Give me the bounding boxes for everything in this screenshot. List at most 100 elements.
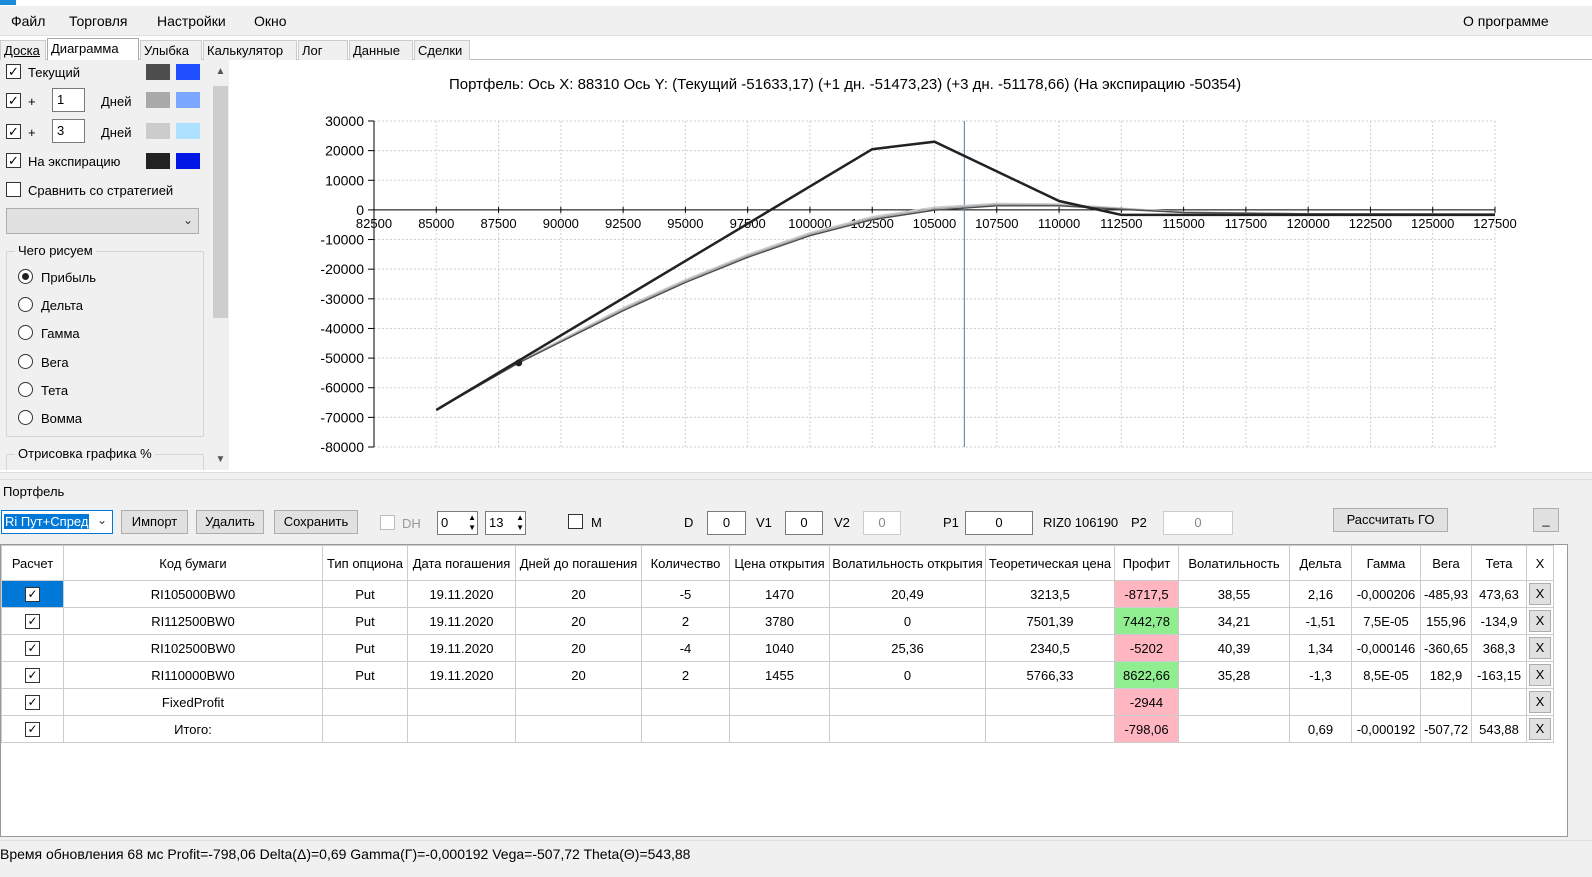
table-row[interactable]: ✓ RI102500BW0 Put 19.11.2020 20 -4 1040 25,36 23… bbox=[1, 634, 1554, 662]
cell-theo[interactable] bbox=[985, 688, 1115, 716]
cell-delta[interactable]: -1,3 bbox=[1289, 661, 1352, 689]
radio-vega[interactable] bbox=[18, 354, 33, 369]
column-header[interactable]: Волатильность открытия bbox=[829, 545, 986, 581]
column-header[interactable]: Вега bbox=[1420, 545, 1472, 581]
calc-go-button[interactable]: Рассчитать ГО bbox=[1333, 508, 1448, 532]
cell-qty[interactable] bbox=[641, 688, 730, 716]
tab-data[interactable]: Данные bbox=[349, 40, 413, 60]
tab-log[interactable]: Лог bbox=[298, 40, 348, 60]
row-calc-checkbox[interactable]: ✓ bbox=[25, 614, 40, 629]
scroll-thumb[interactable] bbox=[213, 86, 228, 318]
cell-days[interactable] bbox=[515, 688, 642, 716]
row-calc-checkbox[interactable]: ✓ bbox=[25, 587, 40, 602]
cell-days[interactable]: 20 bbox=[515, 661, 642, 689]
cell-gamma[interactable] bbox=[1351, 688, 1421, 716]
tab-smile[interactable]: Улыбка bbox=[140, 40, 202, 60]
cell-vol-open[interactable]: 0 bbox=[829, 607, 986, 635]
cell-theo[interactable]: 7501,39 bbox=[985, 607, 1115, 635]
column-header[interactable]: Количество bbox=[641, 545, 730, 581]
v2-input[interactable]: 0 bbox=[863, 511, 901, 535]
cell-price[interactable] bbox=[729, 688, 830, 716]
column-header[interactable]: Расчет bbox=[1, 545, 64, 581]
cell-price[interactable] bbox=[729, 715, 830, 743]
column-header[interactable]: Гамма bbox=[1351, 545, 1421, 581]
table-row[interactable]: ✓ FixedProfit -2944 X bbox=[1, 688, 1554, 716]
left-panel-scrollbar[interactable]: ▲ ▼ bbox=[212, 60, 229, 470]
cell-vol[interactable]: 35,28 bbox=[1178, 661, 1290, 689]
cell-date[interactable] bbox=[407, 688, 516, 716]
column-header[interactable]: Волатильность bbox=[1178, 545, 1290, 581]
cell-qty[interactable] bbox=[641, 715, 730, 743]
cell-date[interactable]: 19.11.2020 bbox=[407, 580, 516, 608]
dh-stepper-1[interactable]: 0 ▲ ▼ bbox=[437, 511, 478, 535]
cell-gamma[interactable]: -0,000206 bbox=[1351, 580, 1421, 608]
day1-input[interactable]: 1 bbox=[52, 88, 85, 112]
cell-profit[interactable]: -5202 bbox=[1114, 634, 1179, 662]
strategy-compare-select[interactable]: ⌄ bbox=[6, 208, 199, 234]
cell-theta[interactable] bbox=[1471, 688, 1527, 716]
expiration-gray-swatch[interactable] bbox=[146, 153, 170, 169]
menu-file[interactable]: Файл bbox=[11, 13, 45, 29]
cell-theta[interactable]: -134,9 bbox=[1471, 607, 1527, 635]
calc-cell[interactable]: ✓ bbox=[1, 715, 64, 743]
cell-vega[interactable]: -507,72 bbox=[1420, 715, 1472, 743]
cell-type[interactable]: Put bbox=[322, 661, 408, 689]
cell-qty[interactable]: 2 bbox=[641, 607, 730, 635]
radio-vomma[interactable] bbox=[18, 410, 33, 425]
calc-cell[interactable]: ✓ bbox=[1, 688, 64, 716]
cell-vol[interactable] bbox=[1178, 688, 1290, 716]
cell-days[interactable] bbox=[515, 715, 642, 743]
cell-theo[interactable]: 2340,5 bbox=[985, 634, 1115, 662]
cell-vol[interactable] bbox=[1178, 715, 1290, 743]
cell-delta[interactable]: -1,51 bbox=[1289, 607, 1352, 635]
cell-theta[interactable]: -163,15 bbox=[1471, 661, 1527, 689]
cell-profit[interactable]: -798,06 bbox=[1114, 715, 1179, 743]
calc-cell[interactable]: ✓ bbox=[1, 580, 64, 608]
cell-theo[interactable] bbox=[985, 715, 1115, 743]
scroll-up-icon[interactable]: ▲ bbox=[214, 66, 227, 80]
cell-vol-open[interactable] bbox=[829, 688, 986, 716]
cell-type[interactable]: Put bbox=[322, 607, 408, 635]
row-delete-button[interactable]: X bbox=[1529, 610, 1551, 632]
cell-vol[interactable]: 34,21 bbox=[1178, 607, 1290, 635]
cell-theo[interactable]: 3213,5 bbox=[985, 580, 1115, 608]
cell-vega[interactable]: -360,65 bbox=[1420, 634, 1472, 662]
menu-settings[interactable]: Настройки bbox=[157, 13, 226, 29]
table-row[interactable]: ✓ RI110000BW0 Put 19.11.2020 20 2 1455 0 5766,33… bbox=[1, 661, 1554, 689]
cell-profit[interactable]: -8717,5 bbox=[1114, 580, 1179, 608]
day3-gray-swatch[interactable] bbox=[146, 123, 170, 139]
day3-blue-swatch[interactable] bbox=[176, 123, 200, 139]
calc-cell[interactable]: ✓ bbox=[1, 661, 64, 689]
row-delete-button[interactable]: X bbox=[1529, 637, 1551, 659]
column-header[interactable]: Дельта bbox=[1289, 545, 1352, 581]
tab-calculator[interactable]: Калькулятор bbox=[203, 40, 297, 60]
cell-vega[interactable]: 155,96 bbox=[1420, 607, 1472, 635]
spin-icon[interactable]: ▲ ▼ bbox=[468, 513, 476, 533]
cell-type[interactable]: Put bbox=[322, 580, 408, 608]
cell-theta[interactable]: 543,88 bbox=[1471, 715, 1527, 743]
cell-profit[interactable]: 8622,66 bbox=[1114, 661, 1179, 689]
column-header[interactable]: Тип опциона bbox=[322, 545, 408, 581]
import-button[interactable]: Импорт bbox=[121, 510, 188, 534]
save-button[interactable]: Сохранить bbox=[274, 510, 358, 534]
cell-code[interactable]: FixedProfit bbox=[63, 688, 323, 716]
row-delete-button[interactable]: X bbox=[1529, 718, 1551, 740]
cell-theta[interactable]: 473,63 bbox=[1471, 580, 1527, 608]
radio-gamma[interactable] bbox=[18, 325, 33, 340]
cell-theo[interactable]: 5766,33 bbox=[985, 661, 1115, 689]
dh-checkbox[interactable] bbox=[380, 515, 395, 530]
cell-type[interactable] bbox=[322, 715, 408, 743]
cell-date[interactable]: 19.11.2020 bbox=[407, 607, 516, 635]
cell-qty[interactable]: -5 bbox=[641, 580, 730, 608]
cell-price[interactable]: 3780 bbox=[729, 607, 830, 635]
dh-stepper-2[interactable]: 13 ▲ ▼ bbox=[485, 511, 526, 535]
scroll-down-icon[interactable]: ▼ bbox=[214, 454, 227, 468]
cell-date[interactable] bbox=[407, 715, 516, 743]
cell-profit[interactable]: -2944 bbox=[1114, 688, 1179, 716]
cell-gamma[interactable]: -0,000192 bbox=[1351, 715, 1421, 743]
calc-cell[interactable]: ✓ bbox=[1, 634, 64, 662]
cell-days[interactable]: 20 bbox=[515, 634, 642, 662]
cell-days[interactable]: 20 bbox=[515, 607, 642, 635]
column-header[interactable]: Дней до погашения bbox=[515, 545, 642, 581]
expiration-checkbox[interactable]: ✓ bbox=[6, 153, 21, 168]
